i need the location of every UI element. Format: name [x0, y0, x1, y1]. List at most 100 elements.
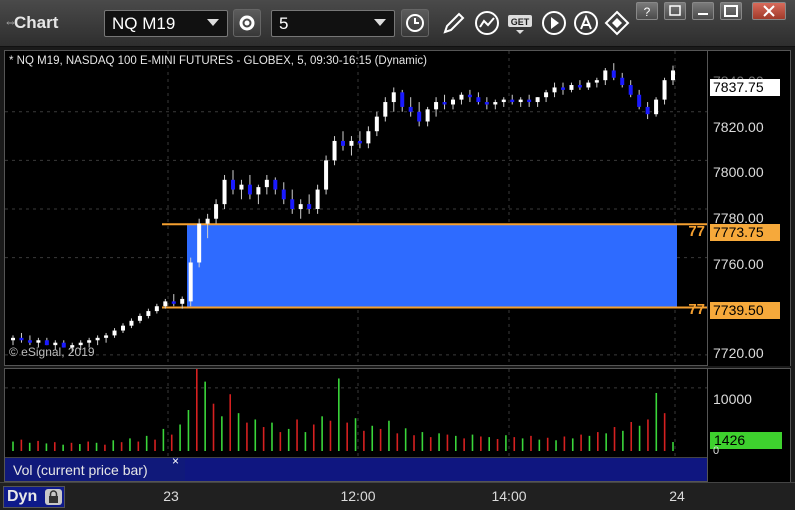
get-icon: GET	[508, 15, 532, 34]
candle-body	[104, 335, 109, 338]
candle-body	[137, 315, 142, 321]
candle-body	[383, 102, 388, 117]
candle-body	[315, 189, 320, 209]
cursor-button[interactable]	[603, 9, 631, 37]
candle-body	[459, 94, 464, 100]
candle-body	[154, 306, 159, 312]
candle-body	[654, 99, 659, 115]
candle-body	[544, 92, 549, 98]
lower-level-label: 7739.50	[710, 302, 780, 319]
candle-body	[95, 337, 100, 341]
settings-button[interactable]	[233, 9, 261, 37]
cursor-icon	[604, 10, 630, 36]
dynamic-scale-button[interactable]: Dyn	[3, 486, 65, 508]
candle-body	[324, 160, 329, 190]
upper-level-short-label: 77	[688, 223, 705, 240]
candle-body	[247, 184, 252, 195]
lock-icon[interactable]	[45, 489, 62, 505]
candle-body	[171, 301, 176, 304]
candle-body	[603, 70, 608, 81]
help-button[interactable]: ?	[636, 2, 658, 20]
candle-body	[501, 99, 506, 103]
candle-body	[586, 82, 591, 88]
chevron-down-icon[interactable]	[374, 19, 386, 26]
upper-level-label: 7773.75	[710, 224, 780, 241]
candle-body	[561, 87, 565, 90]
pencil-icon	[443, 12, 465, 34]
draw-tool-button[interactable]	[440, 9, 468, 37]
autoscale-icon	[574, 11, 598, 35]
volume-legend-strip	[185, 457, 707, 481]
candle-body	[451, 99, 455, 105]
price-chart-panel[interactable]: * NQ M19, NASDAQ 100 E-MINI FUTURES - GL…	[4, 50, 708, 366]
clock-icon	[406, 14, 424, 32]
toolbar: ⇔ Chart NQ M19 5 GET ?	[0, 0, 795, 47]
candle-body	[231, 179, 235, 190]
candle-body	[290, 199, 295, 209]
time-tick: 23	[163, 488, 179, 504]
gear-icon	[239, 15, 255, 31]
candle-body	[510, 99, 515, 103]
volume-legend[interactable]: Vol (current price bar) ×	[5, 454, 185, 481]
copyright-notice: © eSignal, 2019	[9, 345, 95, 359]
replay-button[interactable]	[540, 9, 568, 37]
volume-axis[interactable]: 10000 1426 0	[708, 368, 791, 482]
autoscale-button[interactable]	[572, 9, 600, 37]
candle-body	[493, 102, 498, 105]
symbol-combobox[interactable]: NQ M19	[104, 10, 228, 37]
help-icon: ?	[644, 5, 651, 19]
chart-header: * NQ M19, NASDAQ 100 E-MINI FUTURES - GL…	[9, 55, 427, 67]
maximize-button[interactable]	[720, 2, 742, 20]
interval-combobox[interactable]: 5	[271, 10, 395, 37]
candle-body	[129, 320, 134, 326]
candle-body	[671, 70, 675, 81]
candle-body	[273, 179, 278, 190]
candle-body	[637, 94, 642, 107]
close-icon[interactable]: ×	[172, 454, 179, 468]
restore-button[interactable]	[664, 2, 686, 20]
candle-body	[569, 85, 574, 90]
minimize-button[interactable]	[692, 2, 714, 20]
close-icon	[763, 5, 775, 17]
candle-body	[391, 92, 396, 103]
time-tick: 14:00	[491, 488, 527, 504]
candle-body	[87, 340, 92, 343]
candle-body	[467, 94, 472, 98]
price-tick: 7760.00	[713, 256, 764, 272]
candle-body	[628, 85, 633, 95]
svg-text:?: ?	[644, 5, 651, 19]
price-tick: 7820.00	[713, 119, 764, 135]
candle-body	[645, 106, 650, 115]
candle-body	[357, 140, 362, 144]
candle-body	[620, 77, 625, 86]
time-tick: 12:00	[340, 488, 376, 504]
candle-body	[417, 111, 422, 122]
price-tick: 7720.00	[713, 345, 764, 361]
candle-body	[577, 85, 582, 88]
candle-body	[400, 92, 405, 107]
time-axis[interactable]: Dyn 23 12:00 14:00 24	[0, 482, 795, 510]
studies-button[interactable]	[473, 9, 501, 37]
get-data-button[interactable]: GET	[506, 9, 534, 37]
candle-body	[239, 184, 244, 190]
window-title: Chart	[14, 13, 59, 32]
price-chart-svg	[5, 51, 707, 365]
volume-legend-label: Vol (current price bar)	[13, 462, 148, 478]
candle-body	[518, 99, 523, 103]
candle-body	[11, 337, 15, 341]
restore-icon	[669, 5, 681, 16]
candle-body	[36, 340, 41, 343]
candle-body	[298, 204, 303, 209]
volume-panel[interactable]: Vol (current price bar) ×	[4, 368, 708, 482]
volume-tick: 10000	[713, 391, 752, 407]
candle-body	[535, 97, 540, 103]
price-axis[interactable]: 7840.00 7837.75 7820.00 7800.00 7780.00 …	[708, 50, 791, 366]
chevron-down-icon[interactable]	[207, 19, 219, 26]
candle-body	[374, 116, 379, 132]
time-template-button[interactable]	[401, 9, 429, 37]
play-icon	[542, 11, 566, 35]
candle-body	[366, 131, 371, 144]
close-button[interactable]	[752, 2, 786, 20]
price-tick: 7800.00	[713, 164, 764, 180]
candle-body	[180, 298, 185, 304]
